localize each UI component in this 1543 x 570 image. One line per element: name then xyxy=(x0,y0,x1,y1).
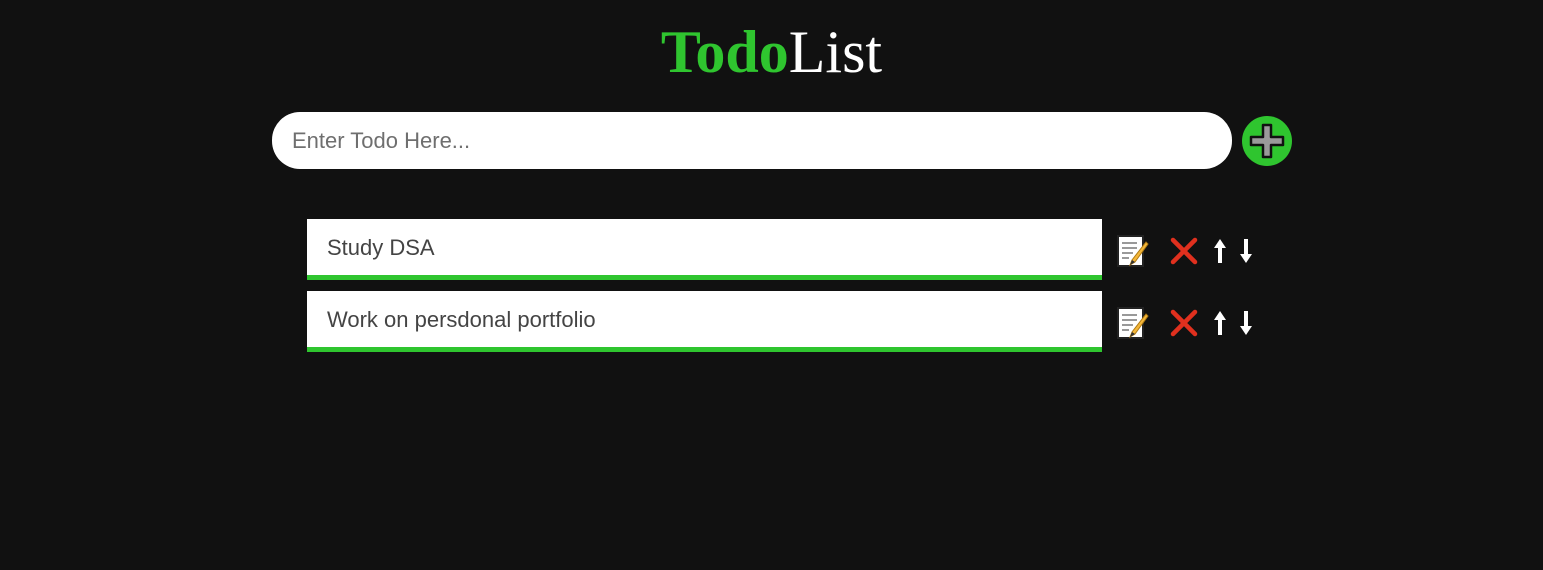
memo-icon xyxy=(1117,307,1149,339)
app-title-rest: List xyxy=(788,19,883,85)
app-title-accent: Todo xyxy=(660,19,789,85)
todo-item: Work on persdonal portfolio xyxy=(307,291,1267,353)
todo-item-actions xyxy=(1115,233,1255,269)
delete-button[interactable] xyxy=(1167,305,1201,341)
todo-item-text: Work on persdonal portfolio xyxy=(327,307,596,332)
move-down-button[interactable] xyxy=(1237,305,1255,341)
cross-mark-icon xyxy=(1170,237,1198,265)
move-up-button[interactable] xyxy=(1211,233,1229,269)
delete-button[interactable] xyxy=(1167,233,1201,269)
arrow-up-icon xyxy=(1214,239,1226,263)
todo-app: TodoList Study DSA xyxy=(0,0,1543,570)
add-todo-button[interactable] xyxy=(1242,116,1292,166)
todo-list: Study DSA Work on persdonal portfolio xyxy=(307,219,1267,363)
todo-item-actions xyxy=(1115,305,1255,341)
todo-item-box: Work on persdonal portfolio xyxy=(307,291,1102,352)
todo-item-box: Study DSA xyxy=(307,219,1102,280)
move-up-button[interactable] xyxy=(1211,305,1229,341)
memo-icon xyxy=(1117,235,1149,267)
todo-input[interactable] xyxy=(272,112,1232,169)
todo-item: Study DSA xyxy=(307,219,1267,281)
plus-icon xyxy=(1249,123,1285,159)
app-title: TodoList xyxy=(0,16,1543,88)
arrow-down-icon xyxy=(1240,311,1252,335)
edit-button[interactable] xyxy=(1115,233,1149,269)
edit-button[interactable] xyxy=(1115,305,1149,341)
arrow-down-icon xyxy=(1240,239,1252,263)
cross-mark-icon xyxy=(1170,309,1198,337)
arrow-up-icon xyxy=(1214,311,1226,335)
move-down-button[interactable] xyxy=(1237,233,1255,269)
todo-item-text: Study DSA xyxy=(327,235,435,260)
todo-input-row xyxy=(272,112,1294,170)
